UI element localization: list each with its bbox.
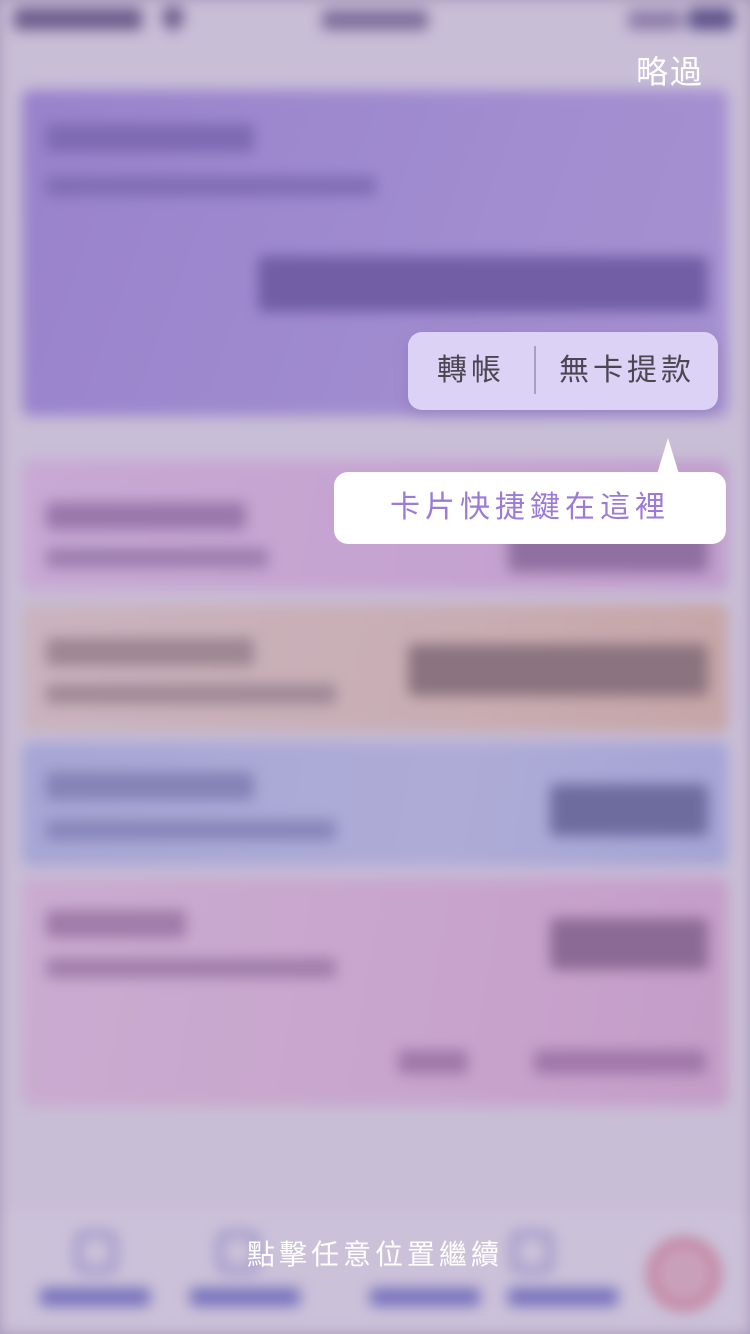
coach-mark-overlay[interactable]: [0, 0, 750, 1334]
tap-to-continue-hint: 點擊任意位置繼續: [246, 1238, 503, 1271]
shortcut-tooltip: 卡片快捷鍵在這裡: [334, 472, 726, 544]
tooltip-arrow: [657, 438, 679, 474]
cardless-withdrawal-shortcut-button[interactable]: 無卡提款: [536, 332, 718, 410]
transfer-shortcut-button[interactable]: 轉帳: [408, 332, 534, 410]
card-shortcut-pill: 轉帳 無卡提款: [408, 332, 718, 410]
skip-button[interactable]: 略過: [620, 48, 720, 96]
